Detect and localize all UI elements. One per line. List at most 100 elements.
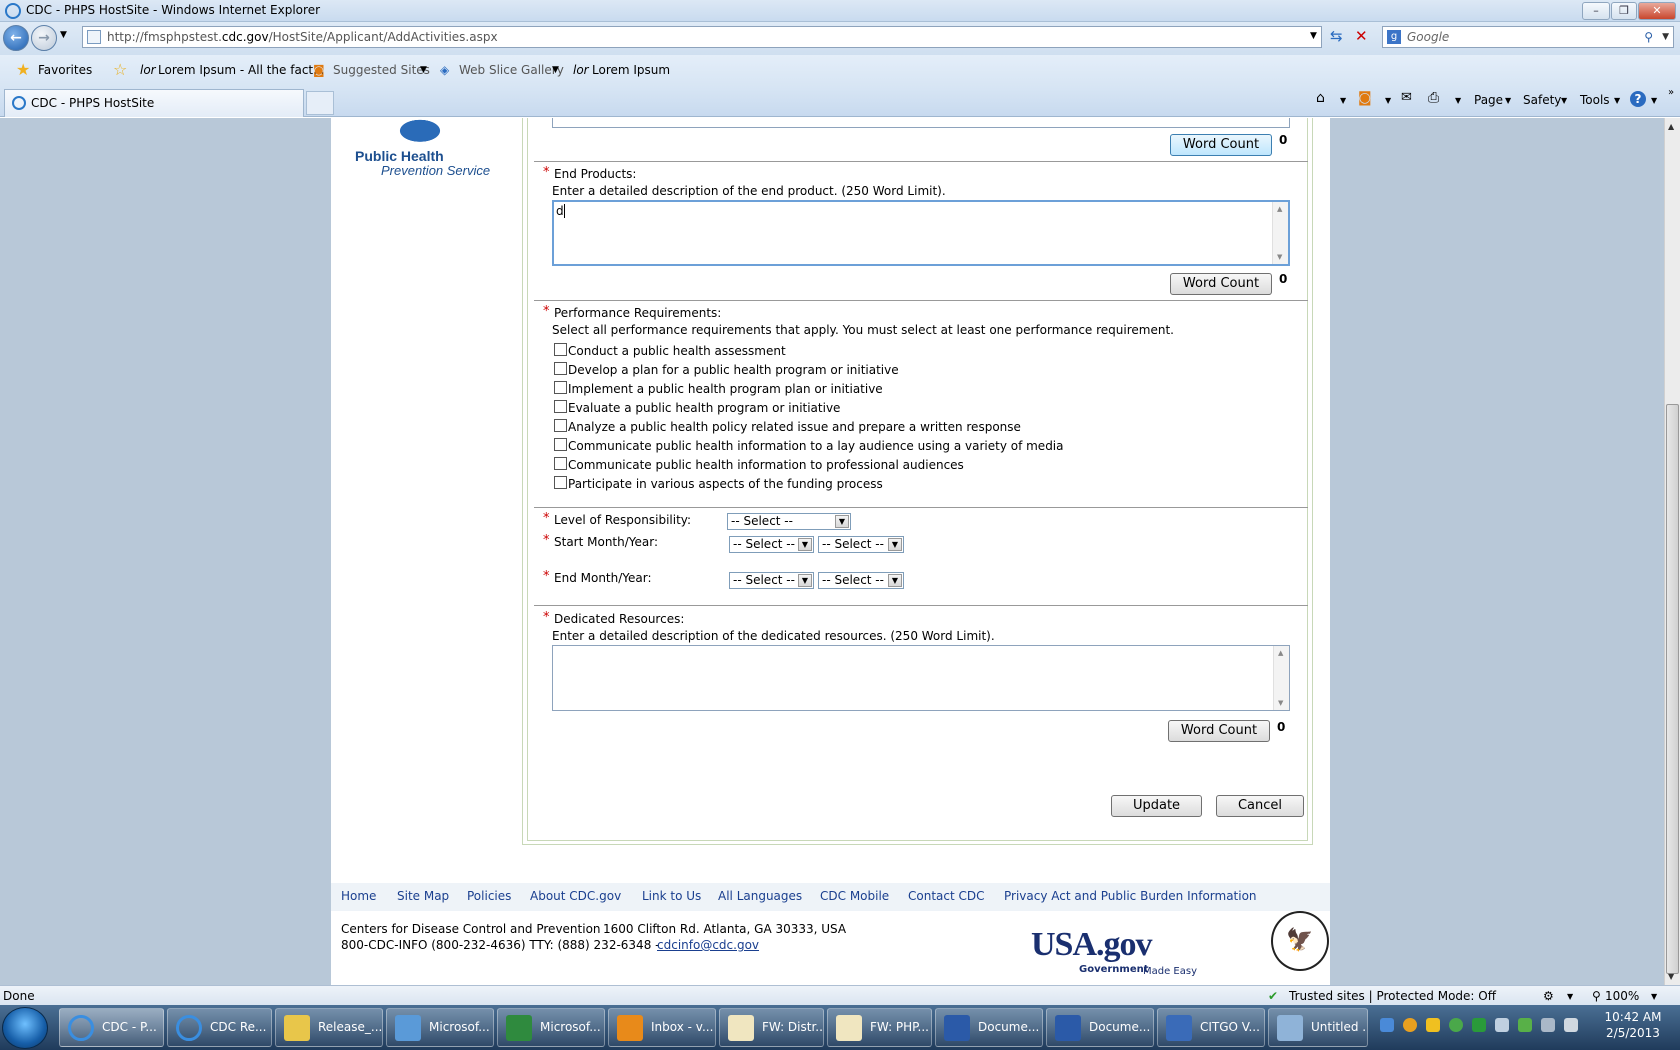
update-button[interactable]: Update bbox=[1111, 795, 1202, 817]
textarea-scrollbar[interactable]: ▲ ▼ bbox=[1273, 646, 1289, 710]
end-month-select[interactable]: -- Select -- ▼ bbox=[729, 572, 814, 589]
page-scrollbar[interactable]: ▲ ▼ bbox=[1664, 118, 1680, 985]
scroll-up-icon[interactable]: ▲ bbox=[1277, 205, 1282, 213]
refresh-icon[interactable]: ⇆ bbox=[1330, 27, 1343, 45]
footer-link-site-map[interactable]: Site Map bbox=[397, 889, 449, 903]
start-button[interactable] bbox=[2, 1007, 48, 1049]
chevron-down-icon[interactable]: ▼ bbox=[1561, 96, 1567, 105]
gear-icon[interactable]: ⚙ bbox=[1543, 989, 1554, 1003]
dropdown-arrow-icon[interactable]: ▼ bbox=[798, 538, 812, 551]
tray-volume-icon[interactable] bbox=[1564, 1018, 1578, 1032]
add-favorite-icon[interactable]: ☆ bbox=[113, 60, 127, 79]
chevron-down-icon[interactable]: ▼ bbox=[1651, 96, 1657, 105]
checkbox-public-health-assessment[interactable] bbox=[554, 343, 567, 356]
footer-link-link-to-us[interactable]: Link to Us bbox=[642, 889, 701, 903]
chevron-down-icon[interactable]: ▼ bbox=[1651, 992, 1657, 1001]
fav-lorem-ipsum[interactable]: Lorem Ipsum bbox=[592, 63, 670, 77]
scroll-down-icon[interactable]: ▼ bbox=[1277, 253, 1282, 261]
end-year-select[interactable]: -- Select -- ▼ bbox=[818, 572, 904, 589]
security-zone[interactable]: Trusted sites | Protected Mode: Off bbox=[1289, 989, 1496, 1003]
chevron-down-icon[interactable]: ▼ bbox=[1455, 96, 1461, 105]
print-icon[interactable]: ⎙ bbox=[1428, 90, 1439, 106]
dropdown-arrow-icon[interactable]: ▼ bbox=[835, 515, 849, 528]
tray-sync-icon[interactable] bbox=[1472, 1018, 1486, 1032]
dedicated-resources-textarea[interactable]: ▲ ▼ bbox=[552, 645, 1290, 711]
tools-menu[interactable]: Tools bbox=[1580, 93, 1610, 107]
dropdown-arrow-icon[interactable]: ▼ bbox=[798, 574, 812, 587]
safety-menu[interactable]: Safety bbox=[1523, 93, 1561, 107]
search-icon[interactable]: ⚲ bbox=[1644, 27, 1653, 47]
history-dropdown-icon[interactable]: ▼ bbox=[60, 30, 67, 40]
checkbox-implement-plan[interactable] bbox=[554, 381, 567, 394]
fav-web-slice-gallery[interactable]: Web Slice Gallery bbox=[459, 63, 564, 77]
close-button[interactable]: ✕ bbox=[1638, 2, 1676, 20]
footer-link-policies[interactable]: Policies bbox=[467, 889, 511, 903]
taskbar-item-mail-fw-distr[interactable]: FW: Distr... bbox=[719, 1008, 824, 1047]
usa-gov-logo[interactable]: USA.gov Government Made Easy bbox=[1031, 926, 1211, 978]
back-button[interactable]: ← bbox=[3, 25, 29, 51]
taskbar-item-citgo[interactable]: CITGO V... bbox=[1157, 1008, 1265, 1047]
taskbar-item-outlook[interactable]: Inbox - v... bbox=[608, 1008, 716, 1047]
minimize-button[interactable]: – bbox=[1582, 2, 1610, 20]
fav-lorem-ipsum-facts[interactable]: Lorem Ipsum - All the fact... bbox=[158, 63, 325, 77]
forward-button[interactable]: → bbox=[31, 25, 57, 51]
chevron-right-icon[interactable]: » bbox=[1668, 87, 1674, 98]
mail-icon[interactable]: ✉ bbox=[1401, 90, 1412, 105]
tray-lync-icon[interactable] bbox=[1380, 1018, 1394, 1032]
taskbar-item-untitled[interactable]: Untitled ... bbox=[1268, 1008, 1368, 1047]
tray-security-icon[interactable] bbox=[1449, 1018, 1463, 1032]
checkbox-funding-process[interactable] bbox=[554, 476, 567, 489]
taskbar-item-lync[interactable]: Microsof... bbox=[386, 1008, 494, 1047]
word-count-button-end-products[interactable]: Word Count bbox=[1170, 273, 1272, 295]
address-input[interactable]: http://fmsphpstest.cdc.gov/HostSite/Appl… bbox=[82, 26, 1322, 48]
dropdown-arrow-icon[interactable]: ▼ bbox=[888, 574, 902, 587]
tray-network-icon[interactable] bbox=[1541, 1018, 1555, 1032]
chevron-down-icon[interactable]: ▼ bbox=[552, 65, 559, 75]
checkbox-develop-plan[interactable] bbox=[554, 362, 567, 375]
search-input[interactable]: g Google ⚲ ▼ bbox=[1382, 26, 1674, 48]
taskbar-item-excel[interactable]: Microsof... bbox=[497, 1008, 605, 1047]
new-tab-button[interactable] bbox=[306, 91, 334, 115]
cancel-button[interactable]: Cancel bbox=[1216, 795, 1304, 817]
stop-icon[interactable]: ✕ bbox=[1355, 27, 1368, 45]
taskbar-item-folder[interactable]: Release_... bbox=[275, 1008, 383, 1047]
tray-power-icon[interactable] bbox=[1518, 1018, 1532, 1032]
dropdown-arrow-icon[interactable]: ▼ bbox=[888, 538, 902, 551]
zoom-level[interactable]: 100% bbox=[1605, 989, 1639, 1003]
address-dropdown-icon[interactable]: ▼ bbox=[1310, 31, 1317, 41]
footer-link-privacy[interactable]: Privacy Act and Public Burden Informatio… bbox=[1004, 889, 1257, 903]
level-select[interactable]: -- Select -- ▼ bbox=[727, 513, 851, 530]
taskbar-clock[interactable]: 10:42 AM 2/5/2013 bbox=[1593, 1009, 1673, 1041]
feeds-icon[interactable]: ◙ bbox=[1358, 90, 1372, 106]
taskbar-item-mail-fw-php[interactable]: FW: PHP... bbox=[827, 1008, 932, 1047]
start-month-select[interactable]: -- Select -- ▼ bbox=[729, 536, 814, 553]
tray-flag-icon[interactable] bbox=[1495, 1018, 1509, 1032]
footer-email-link[interactable]: cdcinfo@cdc.gov bbox=[657, 938, 759, 952]
chevron-down-icon[interactable]: ▼ bbox=[1614, 96, 1620, 105]
footer-link-home[interactable]: Home bbox=[341, 889, 376, 903]
page-menu[interactable]: Page bbox=[1474, 93, 1503, 107]
taskbar-item-ie-cdc-re[interactable]: CDC Re... bbox=[167, 1008, 272, 1047]
help-icon[interactable]: ? bbox=[1630, 91, 1646, 107]
favorites-button[interactable]: Favorites bbox=[38, 63, 92, 77]
chevron-down-icon[interactable]: ▼ bbox=[1505, 96, 1511, 105]
scroll-down-icon[interactable]: ▼ bbox=[1278, 699, 1283, 707]
footer-link-about[interactable]: About CDC.gov bbox=[530, 889, 621, 903]
chevron-down-icon[interactable]: ▼ bbox=[1340, 96, 1346, 105]
chevron-down-icon[interactable]: ▼ bbox=[420, 65, 427, 75]
previous-textarea-bottom[interactable] bbox=[552, 118, 1290, 128]
footer-link-contact[interactable]: Contact CDC bbox=[908, 889, 985, 903]
tray-notification-icon[interactable] bbox=[1403, 1018, 1417, 1032]
home-icon[interactable]: ⌂ bbox=[1316, 90, 1325, 106]
search-dropdown-icon[interactable]: ▼ bbox=[1662, 27, 1669, 47]
checkbox-evaluate-program[interactable] bbox=[554, 400, 567, 413]
chevron-down-icon[interactable]: ▼ bbox=[1567, 992, 1573, 1001]
scroll-up-icon[interactable]: ▲ bbox=[1668, 122, 1674, 131]
chevron-down-icon[interactable]: ▼ bbox=[1385, 96, 1391, 105]
textarea-scrollbar[interactable]: ▲ ▼ bbox=[1272, 202, 1288, 264]
taskbar-item-ie-cdc[interactable]: CDC - P... bbox=[59, 1008, 164, 1047]
word-count-button-top[interactable]: Word Count bbox=[1170, 134, 1272, 156]
checkbox-communicate-lay[interactable] bbox=[554, 438, 567, 451]
scroll-down-icon[interactable]: ▼ bbox=[1668, 972, 1674, 981]
restore-button[interactable]: ❐ bbox=[1611, 2, 1637, 20]
